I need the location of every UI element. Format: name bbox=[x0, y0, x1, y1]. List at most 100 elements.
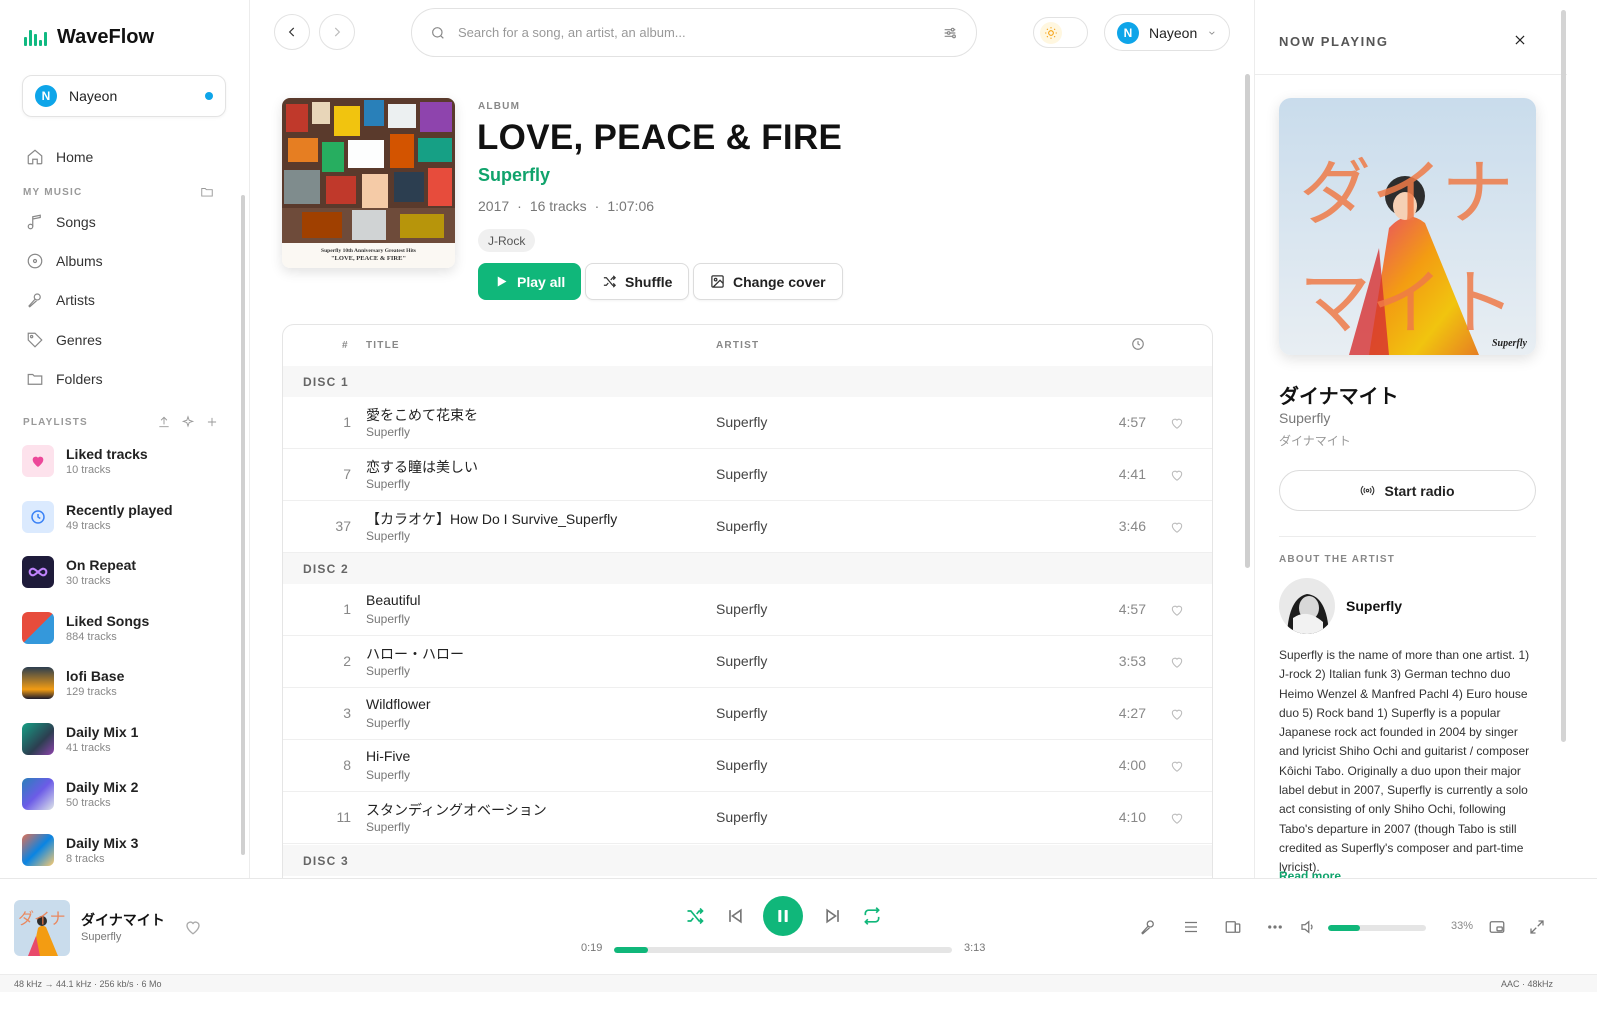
about-artist-name[interactable]: Superfly bbox=[1346, 598, 1402, 614]
panel-scrollbar[interactable] bbox=[1561, 10, 1566, 742]
heart-icon[interactable] bbox=[1170, 468, 1184, 482]
nav-artists[interactable]: Artists bbox=[26, 291, 95, 309]
progress-bar[interactable] bbox=[614, 947, 952, 953]
volume-slider[interactable] bbox=[1328, 925, 1426, 931]
track-artist[interactable]: Superfly bbox=[716, 518, 767, 534]
header-title[interactable]: TITLE bbox=[366, 340, 400, 351]
album-cover[interactable]: Superfly 10th Anniversary Greatest Hits … bbox=[282, 98, 455, 268]
nav-home[interactable]: Home bbox=[26, 148, 93, 166]
read-more-link[interactable]: Read more bbox=[1279, 869, 1341, 878]
heart-icon[interactable] bbox=[1170, 655, 1184, 669]
theme-toggle[interactable] bbox=[1033, 17, 1088, 48]
pause-button[interactable] bbox=[763, 896, 803, 936]
track-subtitle: Superfly bbox=[366, 425, 411, 439]
playlist-on-repeat[interactable]: On Repeat 30 tracks bbox=[22, 556, 136, 588]
plus-icon[interactable] bbox=[205, 415, 219, 429]
track-artist[interactable]: Superfly bbox=[716, 466, 767, 482]
queue-icon[interactable] bbox=[1181, 917, 1201, 937]
playlist-daily-mix-3[interactable]: Daily Mix 38 tracks bbox=[22, 834, 138, 866]
shuffle-button[interactable]: Shuffle bbox=[585, 263, 690, 300]
app-logo[interactable]: WaveFlow bbox=[24, 26, 154, 49]
player-artwork[interactable]: ダイナ bbox=[14, 900, 70, 956]
volume-fill bbox=[1328, 925, 1361, 931]
play-icon bbox=[497, 276, 507, 287]
genre-chip[interactable]: J-Rock bbox=[478, 229, 536, 252]
player-artist[interactable]: Superfly bbox=[81, 931, 121, 943]
fullscreen-icon[interactable] bbox=[1527, 917, 1547, 937]
waveform-icon bbox=[24, 29, 47, 46]
playlist-liked-songs[interactable]: Liked Songs 884 tracks bbox=[22, 612, 149, 644]
header-artist[interactable]: ARTIST bbox=[716, 340, 759, 351]
album-title: LOVE, PEACE & FIRE bbox=[477, 118, 843, 157]
now-playing-album[interactable]: ダイナマイト bbox=[1279, 432, 1351, 449]
mini-player-icon[interactable] bbox=[1487, 917, 1507, 937]
track-artist[interactable]: Superfly bbox=[716, 705, 767, 721]
previous-icon[interactable] bbox=[724, 906, 746, 926]
heart-icon[interactable] bbox=[1170, 603, 1184, 617]
main-scrollbar[interactable] bbox=[1245, 74, 1250, 568]
track-title: Wildflower bbox=[366, 696, 431, 712]
playlist-lofi-base[interactable]: lofi Base 129 tracks bbox=[22, 667, 124, 699]
playlist-liked-tracks[interactable]: Liked tracks 10 tracks bbox=[22, 445, 148, 477]
album-artist-link[interactable]: Superfly bbox=[478, 165, 550, 186]
folder-add-icon[interactable] bbox=[200, 185, 214, 199]
track-artist[interactable]: Superfly bbox=[716, 414, 767, 430]
table-row[interactable]: 11 スタンディングオベーション Superfly Superfly 4:10 bbox=[283, 792, 1212, 844]
volume-icon[interactable] bbox=[1298, 917, 1318, 937]
playlist-daily-mix-1[interactable]: Daily Mix 1 41 tracks bbox=[22, 723, 138, 755]
repeat-icon[interactable] bbox=[861, 906, 883, 926]
play-all-button[interactable]: Play all bbox=[478, 263, 582, 300]
sidebar-scrollbar[interactable] bbox=[241, 195, 245, 855]
track-artist[interactable]: Superfly bbox=[716, 653, 767, 669]
table-row[interactable]: 2 ハロー・ハロー Superfly Superfly 3:53 bbox=[283, 636, 1212, 688]
nav-genres[interactable]: Genres bbox=[26, 331, 102, 349]
playlist-cover bbox=[22, 834, 54, 866]
now-playing-title: ダイナマイト bbox=[1279, 386, 1399, 408]
nav-albums[interactable]: Albums bbox=[26, 252, 103, 270]
upload-icon[interactable] bbox=[157, 415, 171, 429]
table-row[interactable]: 1 Beautiful Superfly Superfly 4:57 bbox=[283, 584, 1212, 636]
meta-separator: · bbox=[594, 198, 600, 214]
close-icon[interactable] bbox=[1513, 33, 1527, 47]
playlist-daily-mix-2[interactable]: Daily Mix 2 50 tracks bbox=[22, 778, 138, 810]
album-cover-art: Superfly 10th Anniversary Greatest Hits … bbox=[282, 98, 455, 268]
table-row[interactable]: 8 Hi-Five Superfly Superfly 4:00 bbox=[283, 740, 1212, 792]
playlist-recently-played[interactable]: Recently played 49 tracks bbox=[22, 501, 173, 533]
heart-icon[interactable] bbox=[184, 918, 202, 936]
heart-icon[interactable] bbox=[1170, 416, 1184, 430]
change-cover-button[interactable]: Change cover bbox=[693, 263, 843, 300]
table-row[interactable]: 3 Wildflower Superfly Superfly 4:27 bbox=[283, 688, 1212, 740]
next-icon[interactable] bbox=[822, 906, 844, 926]
more-icon[interactable] bbox=[1265, 917, 1285, 937]
heart-icon[interactable] bbox=[1170, 759, 1184, 773]
heart-icon[interactable] bbox=[1170, 520, 1184, 534]
heart-icon[interactable] bbox=[1170, 707, 1184, 721]
table-row[interactable]: 1 愛をこめて花束を Superfly Superfly 4:57 bbox=[283, 397, 1212, 449]
table-row[interactable]: 7 恋する瞳は美しい Superfly Superfly 4:41 bbox=[283, 449, 1212, 501]
user-menu-button[interactable]: N Nayeon bbox=[1104, 14, 1230, 51]
search-bar[interactable] bbox=[411, 8, 977, 57]
chevron-left-icon bbox=[288, 27, 295, 37]
track-artist[interactable]: Superfly bbox=[716, 601, 767, 617]
divider bbox=[1255, 74, 1567, 75]
forward-button[interactable] bbox=[319, 14, 355, 50]
clock-icon[interactable] bbox=[1131, 337, 1145, 354]
lyrics-mic-icon[interactable] bbox=[1138, 917, 1158, 937]
shuffle-icon[interactable] bbox=[684, 906, 706, 926]
search-input[interactable] bbox=[458, 25, 930, 40]
cover-caption-2: "LOVE, PEACE & FIRE" bbox=[331, 255, 406, 262]
back-button[interactable] bbox=[274, 14, 310, 50]
nav-songs[interactable]: Songs bbox=[26, 213, 96, 231]
artist-photo[interactable] bbox=[1279, 578, 1335, 634]
track-artist[interactable]: Superfly bbox=[716, 809, 767, 825]
device-icon[interactable] bbox=[1223, 917, 1243, 937]
filter-sliders-icon[interactable] bbox=[942, 25, 958, 41]
heart-icon[interactable] bbox=[1170, 811, 1184, 825]
user-switcher[interactable]: N Nayeon bbox=[22, 75, 226, 117]
start-radio-button[interactable]: Start radio bbox=[1279, 470, 1536, 511]
now-playing-artist[interactable]: Superfly bbox=[1279, 410, 1330, 426]
sparkle-icon[interactable] bbox=[181, 415, 195, 429]
table-row[interactable]: 37 【カラオケ】How Do I Survive_Superfly Super… bbox=[283, 501, 1212, 553]
nav-folders[interactable]: Folders bbox=[26, 370, 103, 388]
track-artist[interactable]: Superfly bbox=[716, 757, 767, 773]
